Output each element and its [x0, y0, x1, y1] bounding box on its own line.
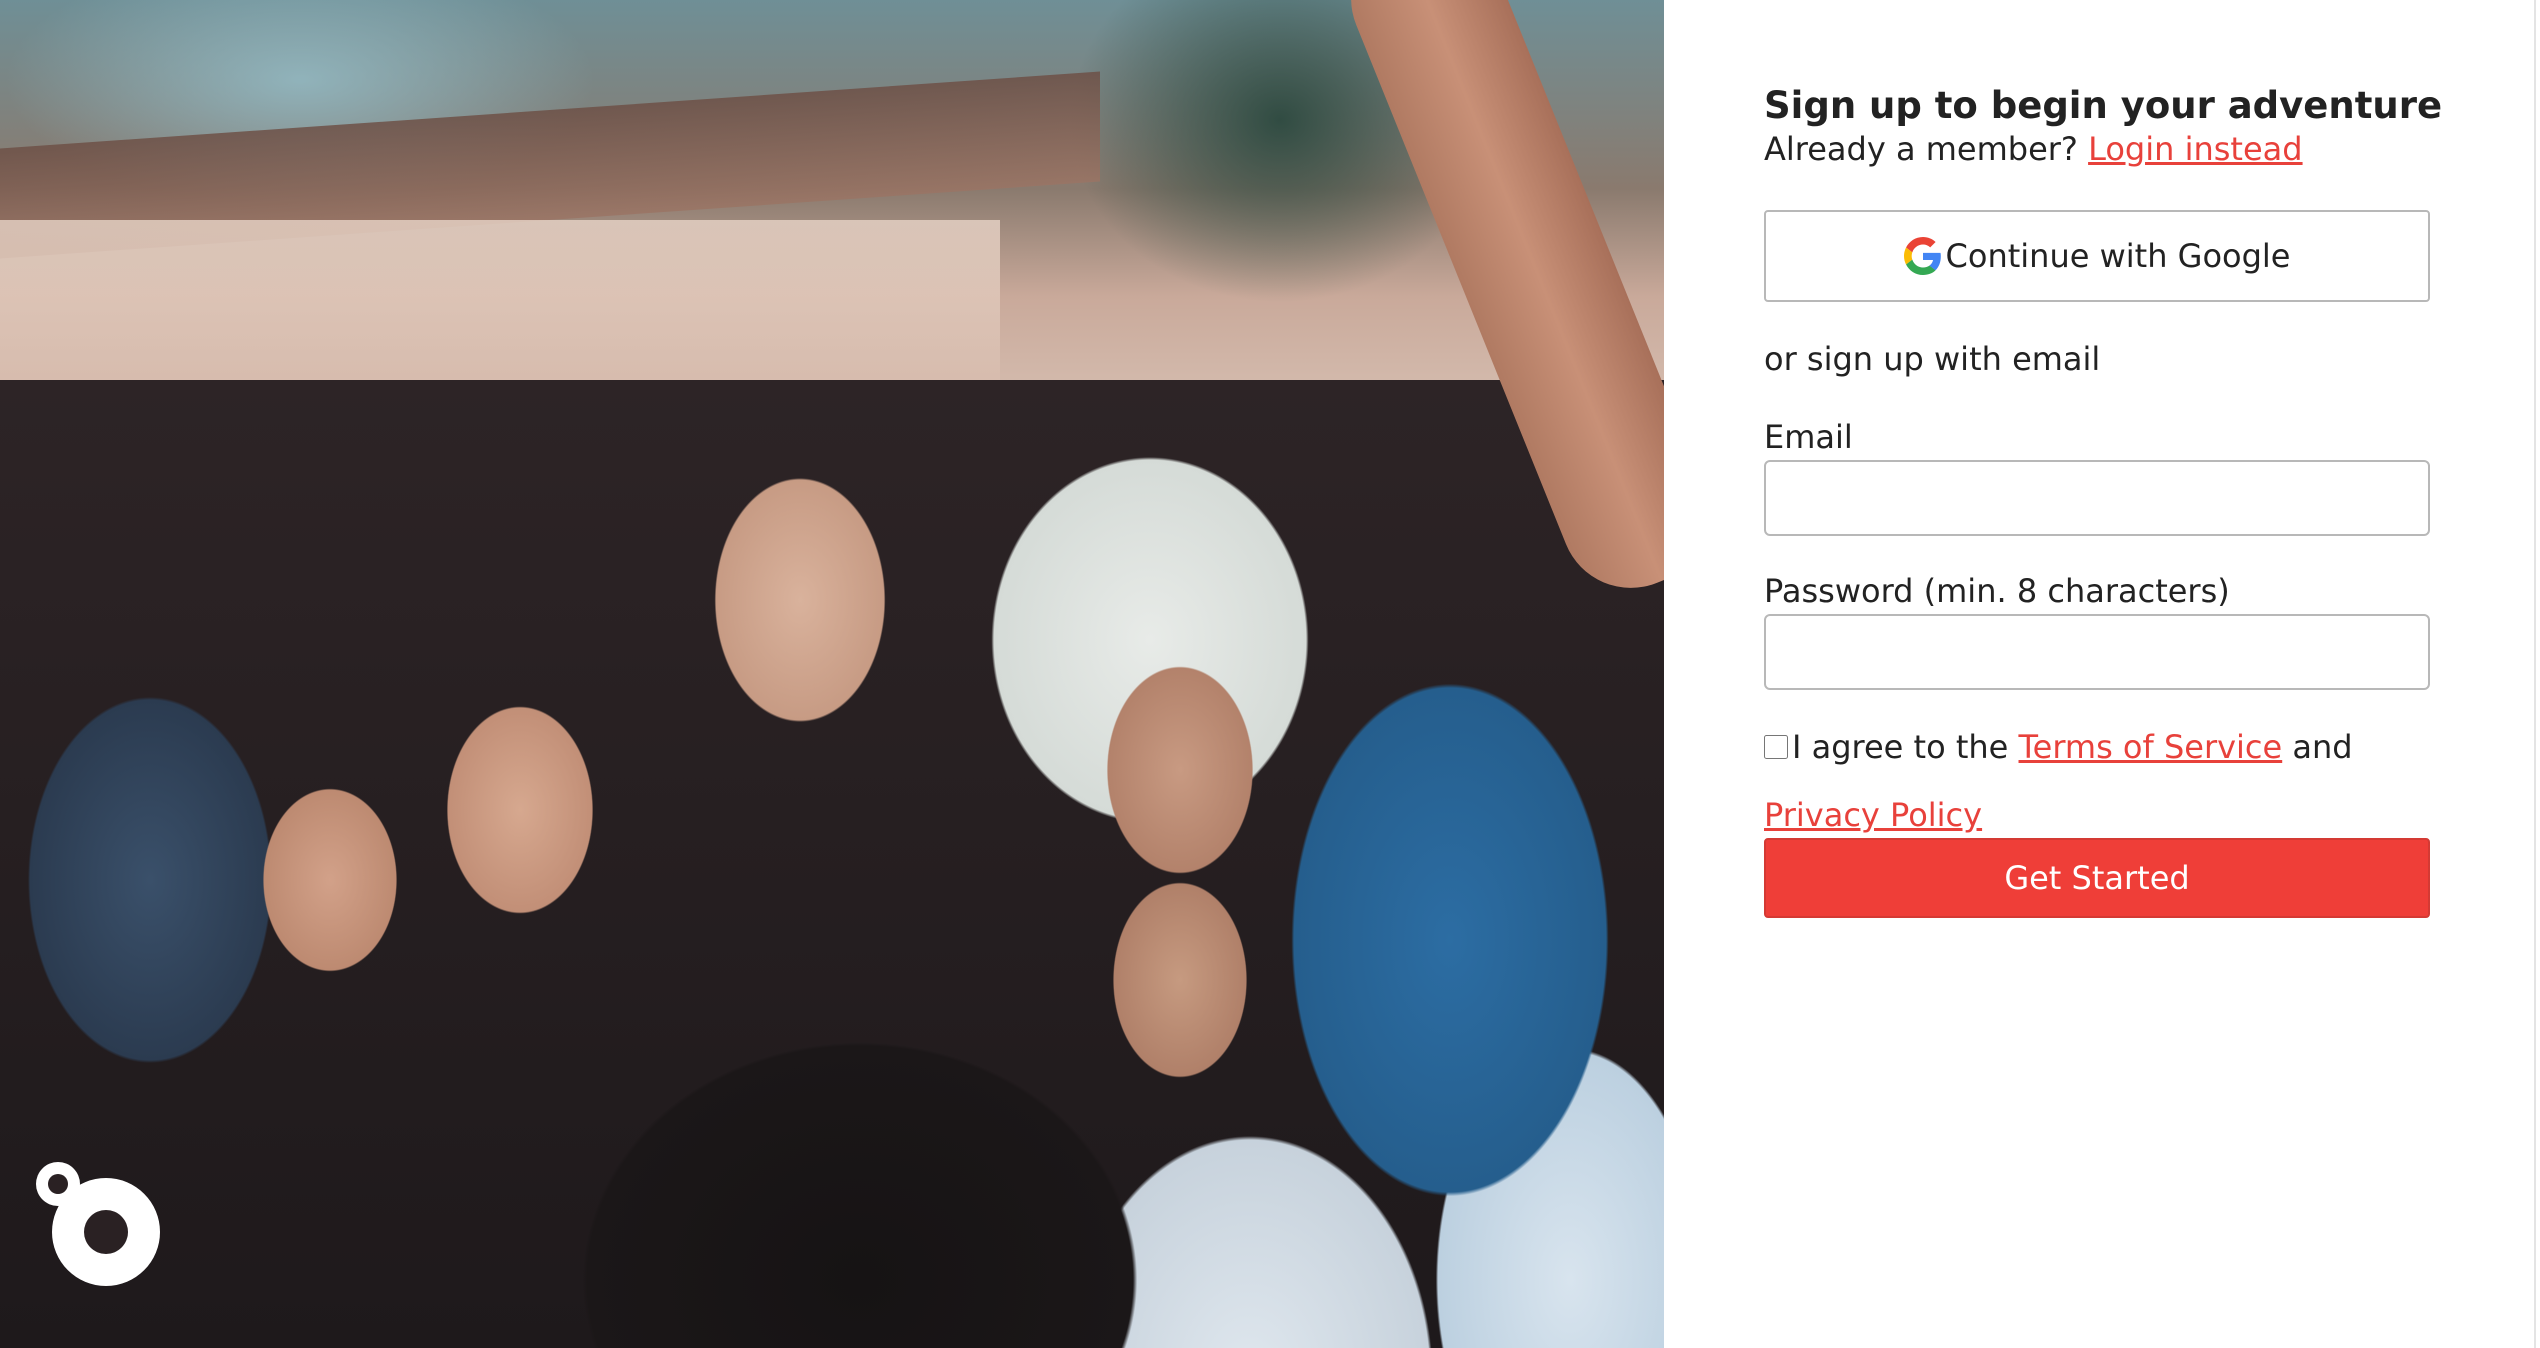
terms-checkbox[interactable]	[1764, 735, 1788, 759]
email-label: Email	[1764, 418, 1853, 456]
google-button-label: Continue with Google	[1945, 237, 2291, 275]
email-divider-text: or sign up with email	[1764, 340, 2101, 378]
google-g-icon	[1903, 237, 1942, 275]
get-started-button[interactable]: Get Started	[1764, 838, 2430, 918]
signup-page: Sign up to begin your adventure Already …	[0, 0, 2540, 1348]
page-title: Sign up to begin your adventure	[1764, 84, 2443, 127]
window-edge	[2534, 0, 2536, 1348]
agree-prefix-text: I agree to the	[1792, 728, 2009, 766]
member-prompt-text: Already a member?	[1764, 130, 2078, 168]
password-field[interactable]	[1764, 614, 2430, 690]
terms-of-service-link[interactable]: Terms of Service	[2019, 728, 2283, 766]
email-field[interactable]	[1764, 460, 2430, 536]
member-prompt: Already a member? Login instead	[1764, 130, 2303, 168]
brand-logo-icon[interactable]	[24, 1150, 164, 1290]
terms-agreement: I agree to the Terms of Service and	[1764, 728, 2353, 766]
login-link[interactable]: Login instead	[2088, 130, 2303, 168]
agree-joiner-text: and	[2292, 728, 2353, 766]
privacy-row: Privacy Policy	[1764, 796, 1982, 834]
password-label: Password (min. 8 characters)	[1764, 572, 2230, 610]
privacy-policy-link[interactable]: Privacy Policy	[1764, 796, 1982, 834]
google-signin-button[interactable]: Continue with Google	[1764, 210, 2430, 302]
hero-photo	[0, 0, 1664, 1348]
photo-crowd	[0, 380, 1664, 1348]
